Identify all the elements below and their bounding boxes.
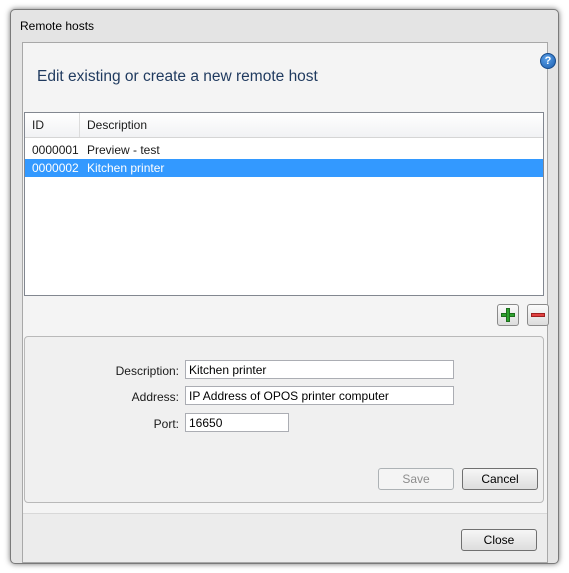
add-host-button[interactable] (497, 304, 519, 326)
title-bar[interactable]: Remote hosts (11, 10, 558, 41)
cancel-button[interactable]: Cancel (462, 468, 538, 490)
row-id: 0000001 (32, 143, 79, 157)
row-description: Kitchen printer (87, 161, 165, 175)
address-label: Address: (131, 390, 179, 404)
host-details-group: Description: Address: Port: Save Cancel (24, 336, 544, 503)
column-header-description[interactable]: Description (87, 113, 147, 137)
list-header: ID Description (25, 113, 543, 138)
column-header-id[interactable]: ID (32, 113, 44, 137)
help-icon[interactable]: ? (540, 53, 556, 69)
row-description: Preview - test (87, 143, 160, 157)
page-title: Edit existing or create a new remote hos… (37, 68, 318, 85)
dialog-footer: Close (23, 514, 547, 562)
description-field[interactable] (185, 360, 454, 379)
port-field[interactable] (185, 413, 289, 432)
list-row-0000002[interactable]: 0000002 Kitchen printer (25, 159, 543, 177)
address-field[interactable] (185, 386, 454, 405)
close-button[interactable]: Close (461, 529, 537, 551)
window-title: Remote hosts (20, 19, 95, 33)
list-row-0000001[interactable]: 0000001 Preview - test (25, 141, 543, 159)
remote-hosts-dialog: Remote hosts ? Edit existing or create a… (10, 9, 559, 564)
description-label: Description: (115, 364, 179, 378)
row-id: 0000002 (32, 161, 79, 175)
hosts-list[interactable]: ID Description 0000001 Preview - test 00… (24, 112, 544, 296)
dialog-content: ? Edit existing or create a new remote h… (22, 42, 556, 563)
save-button[interactable]: Save (378, 468, 454, 490)
column-divider[interactable] (79, 113, 80, 137)
port-label: Port: (153, 417, 179, 431)
remove-host-button[interactable] (527, 304, 549, 326)
